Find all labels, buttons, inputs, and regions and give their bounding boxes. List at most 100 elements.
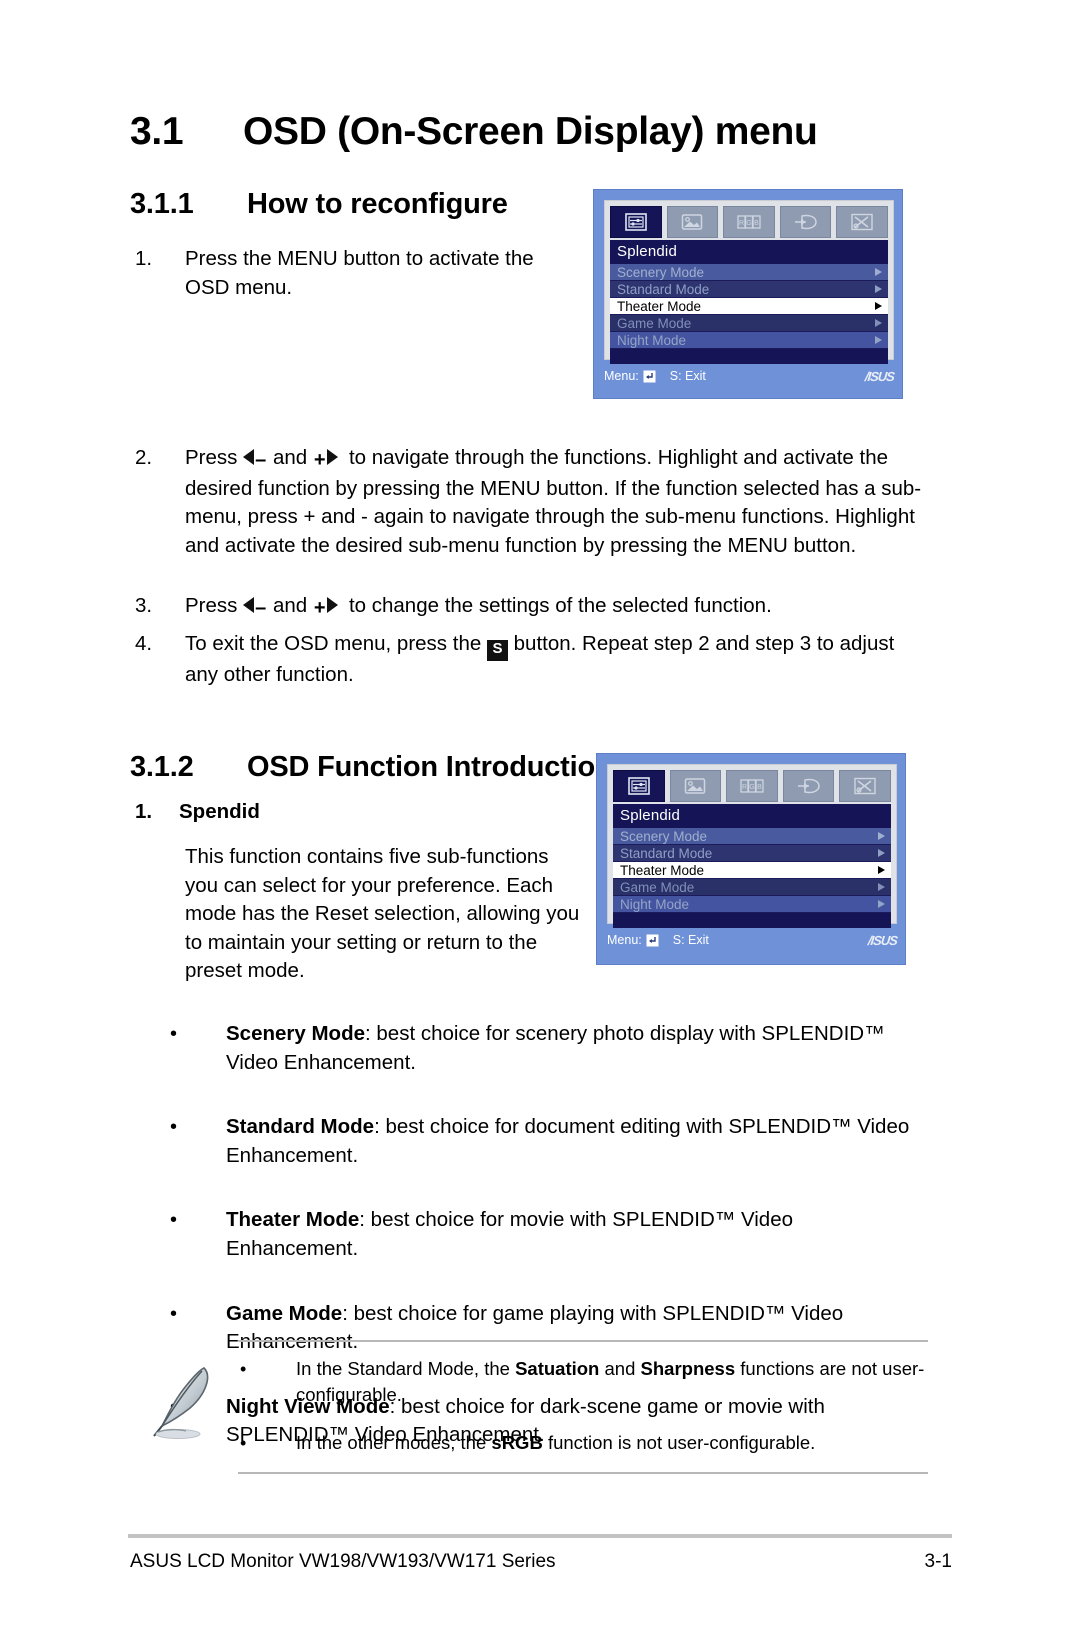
list-item: • Standard Mode: best choice for documen… — [168, 1113, 928, 1170]
spendid-index: 1. — [135, 800, 153, 823]
section-title: OSD (On-Screen Display) menu — [243, 110, 818, 153]
page-title: 3.1 OSD (On-Screen Display) menu — [130, 110, 950, 154]
note-text-part2: and — [599, 1358, 641, 1379]
step-text-before: To exit the OSD menu, press the — [185, 632, 482, 655]
osd-menu-item-label: Standard Mode — [620, 845, 713, 861]
plus-sign: + — [313, 597, 326, 619]
osd-tab-image[interactable] — [666, 206, 719, 238]
tools-icon — [854, 777, 876, 795]
osd-menu-item-night[interactable]: Night Mode — [613, 896, 891, 913]
bullet-marker: • — [170, 1302, 178, 1325]
osd-screenshot-1: R G B Splendid Scenery Mode Standard Mod… — [593, 189, 903, 399]
subsection-title: OSD Function Introduction — [247, 751, 613, 783]
osd-menu-item-label: Night Mode — [617, 332, 687, 348]
step-text: Press the MENU button to activate the OS… — [185, 247, 534, 299]
osd-tab-image[interactable] — [669, 770, 722, 802]
osd-tab-system-setup[interactable] — [836, 206, 888, 238]
osd-tab-color[interactable]: R G B — [723, 206, 775, 238]
chevron-right-icon — [875, 302, 882, 310]
triangle-left-icon — [243, 597, 255, 613]
osd-menu-item-label: Theater Mode — [617, 298, 702, 314]
osd-menu-item-theater[interactable]: Theater Mode — [613, 862, 891, 879]
note-item: • In the Standard Mode, the Satuation an… — [238, 1356, 928, 1408]
bullet-marker: • — [170, 1209, 178, 1232]
osd-menu-item-game[interactable]: Game Mode — [610, 315, 888, 332]
osd-menu-item-label: Scenery Mode — [617, 264, 705, 280]
subsection-title: How to reconfigure — [247, 188, 508, 220]
triangle-right-icon — [326, 449, 338, 465]
osd-menu-item-standard[interactable]: Standard Mode — [610, 281, 888, 298]
splendid-icon — [624, 213, 647, 231]
osd-tab-bar: R G B — [613, 770, 891, 802]
note-bold-satuation: Satuation — [515, 1358, 600, 1379]
step-text: Press – and + to change the settings of … — [185, 592, 925, 623]
osd-footer-exit-label: S: Exit — [672, 933, 709, 947]
osd-menu-item-label: Game Mode — [620, 879, 695, 895]
minus-sign: – — [255, 597, 267, 619]
note-box: • In the Standard Mode, the Satuation an… — [128, 1340, 928, 1474]
subsection-heading-function-introduction: 3.1.2 OSD Function Introduction — [130, 751, 613, 784]
osd-panel: R G B Splendid Scenery Mode Standard Mod… — [607, 764, 897, 928]
chevron-right-icon — [875, 336, 882, 344]
osd-tab-system-setup[interactable] — [839, 770, 891, 802]
step-text-middle: and — [272, 594, 308, 617]
input-select-icon — [794, 214, 817, 230]
osd-tab-input-select[interactable] — [782, 770, 835, 802]
bullet-marker: • — [240, 1433, 247, 1453]
mode-term: Game Mode — [226, 1301, 343, 1325]
osd-menu-item-standard[interactable]: Standard Mode — [613, 845, 891, 862]
note-text-part1: In the Standard Mode, the — [296, 1358, 516, 1379]
osd-tab-color[interactable]: R G B — [726, 770, 778, 802]
osd-menu-item-game[interactable]: Game Mode — [613, 879, 891, 896]
bullet-marker: • — [170, 1023, 178, 1045]
plus-sign: + — [313, 449, 326, 471]
osd-menu-title: Splendid — [610, 240, 888, 264]
osd-screenshot-2: R G B Splendid Scenery Mode Standard Mod… — [596, 753, 906, 965]
input-select-icon — [797, 778, 820, 794]
bullet-marker: • — [240, 1359, 247, 1379]
osd-tab-splendid[interactable] — [613, 770, 665, 802]
chevron-right-icon — [878, 866, 885, 874]
osd-menu-item-theater[interactable]: Theater Mode — [610, 298, 888, 315]
pencil-icon — [153, 1367, 209, 1439]
osd-menu-item-label: Standard Mode — [617, 281, 710, 297]
manual-page: 3.1 OSD (On-Screen Display) menu 3.1.1 How… — [0, 0, 1080, 1627]
tools-icon — [851, 213, 873, 231]
osd-footer: Menu: S: Exit /ISUS — [604, 360, 895, 389]
svg-text:R: R — [742, 784, 747, 791]
note-text-part3: function is not user-configurable. — [542, 1432, 816, 1453]
subsection-number: 3.1.2 — [130, 751, 194, 783]
decrease-key-glyph: – — [237, 446, 267, 475]
footer-page-number: 3-1 — [924, 1551, 952, 1572]
chevron-right-icon — [875, 268, 882, 276]
note-item: • In the other modes, the sRGB function … — [238, 1430, 928, 1456]
osd-tab-splendid[interactable] — [610, 206, 662, 238]
splendid-icon — [627, 777, 650, 795]
footer-product-name: ASUS LCD Monitor VW198/VW193/VW171 Serie… — [130, 1551, 556, 1572]
subsection-number: 3.1.1 — [130, 188, 194, 220]
step-1: 1. Press the MENU button to activate the… — [135, 245, 555, 302]
triangle-right-icon — [326, 597, 338, 613]
increase-key-glyph: + — [307, 446, 338, 475]
step-4: 4. To exit the OSD menu, press the S but… — [135, 630, 925, 690]
osd-menu-item-night[interactable]: Night Mode — [610, 332, 888, 349]
list-item: • Scenery Mode: best choice for scenery … — [168, 1020, 928, 1077]
osd-menu-item-scenery[interactable]: Scenery Mode — [610, 264, 888, 281]
menu-enter-icon — [643, 370, 656, 383]
osd-menu-item-label: Night Mode — [620, 896, 690, 912]
spendid-title: Spendid — [179, 800, 260, 823]
osd-menu-item-scenery[interactable]: Scenery Mode — [613, 828, 891, 845]
bullet-marker: • — [170, 1116, 178, 1139]
step-index: 1. — [135, 247, 153, 270]
menu-enter-icon — [646, 934, 659, 947]
minus-sign: – — [255, 449, 267, 471]
osd-tab-input-select[interactable] — [779, 206, 832, 238]
mode-term: Scenery Mode — [226, 1022, 365, 1045]
mode-term: Standard Mode — [226, 1115, 375, 1139]
step-text-middle: and — [272, 446, 308, 469]
chevron-right-icon — [878, 900, 885, 908]
step-text-before: Press — [185, 446, 238, 469]
spendid-heading: 1. Spendid — [135, 800, 260, 824]
osd-menu-list: Scenery Mode Standard Mode Theater Mode … — [610, 264, 888, 364]
osd-menu-title: Splendid — [613, 804, 891, 828]
